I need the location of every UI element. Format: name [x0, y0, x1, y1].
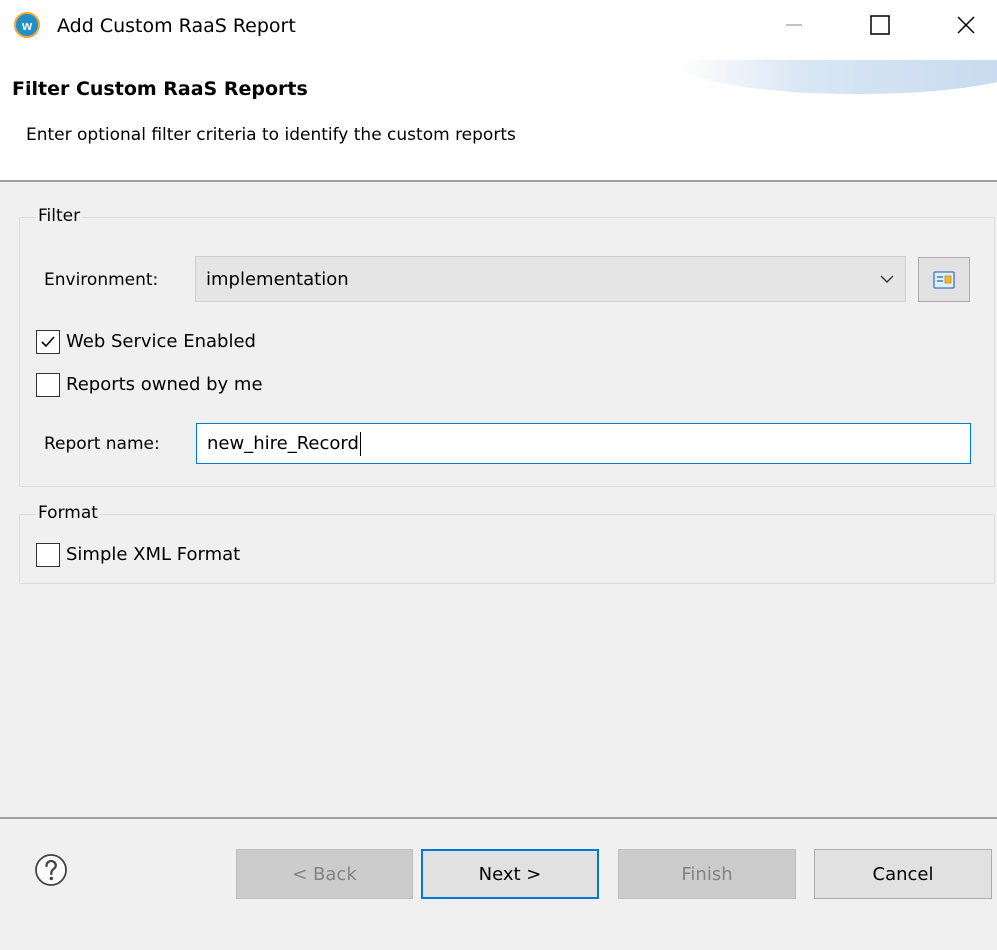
web-service-enabled-checkbox[interactable] — [36, 330, 60, 354]
chevron-down-icon — [880, 275, 894, 283]
check-icon — [41, 336, 55, 348]
reports-owned-label: Reports owned by me — [66, 374, 263, 395]
cancel-button[interactable]: Cancel — [814, 849, 992, 899]
simple-xml-checkbox[interactable] — [36, 543, 60, 567]
browse-environment-icon — [933, 270, 955, 289]
minimize-icon — [786, 24, 802, 26]
minimize-button[interactable] — [765, 0, 823, 50]
web-service-enabled-label: Web Service Enabled — [66, 331, 256, 352]
app-icon-letter: w — [21, 17, 33, 33]
help-icon[interactable] — [34, 853, 68, 887]
back-button[interactable]: < Back — [236, 849, 413, 899]
window-title: Add Custom RaaS Report — [57, 15, 296, 37]
page-title: Filter Custom RaaS Reports — [12, 78, 308, 100]
header-banner-graphic — [677, 60, 997, 94]
next-button[interactable]: Next > — [421, 849, 599, 899]
text-caret — [359, 432, 361, 456]
title-bar: w Add Custom RaaS Report — [0, 0, 997, 60]
finish-button[interactable]: Finish — [618, 849, 796, 899]
format-group-label: Format — [36, 502, 100, 524]
reports-owned-checkbox[interactable] — [36, 373, 60, 397]
wizard-header: Filter Custom RaaS Reports Enter optiona… — [0, 60, 997, 180]
close-icon — [957, 16, 975, 34]
filter-group-label: Filter — [36, 205, 83, 227]
simple-xml-label: Simple XML Format — [66, 544, 241, 565]
environment-label: Environment: — [44, 270, 159, 290]
report-name-value: new_hire_Record — [207, 433, 359, 454]
report-name-label: Report name: — [44, 434, 160, 454]
dialog-window: w Add Custom RaaS Report Filter Custom R… — [0, 0, 997, 950]
reports-owned-row[interactable]: Reports owned by me — [36, 373, 263, 397]
report-name-input[interactable]: new_hire_Record — [196, 423, 971, 464]
footer-divider — [0, 817, 997, 819]
header-divider — [0, 180, 997, 182]
maximize-button[interactable] — [851, 0, 909, 50]
web-service-enabled-row[interactable]: Web Service Enabled — [36, 330, 256, 354]
workday-icon: w — [14, 12, 40, 38]
simple-xml-row[interactable]: Simple XML Format — [36, 543, 240, 567]
browse-environment-button[interactable] — [918, 257, 970, 302]
environment-value: implementation — [206, 269, 349, 290]
environment-select[interactable]: implementation — [195, 256, 906, 302]
close-button[interactable] — [937, 0, 995, 50]
maximize-icon — [870, 15, 890, 35]
page-description: Enter optional filter criteria to identi… — [26, 125, 516, 145]
